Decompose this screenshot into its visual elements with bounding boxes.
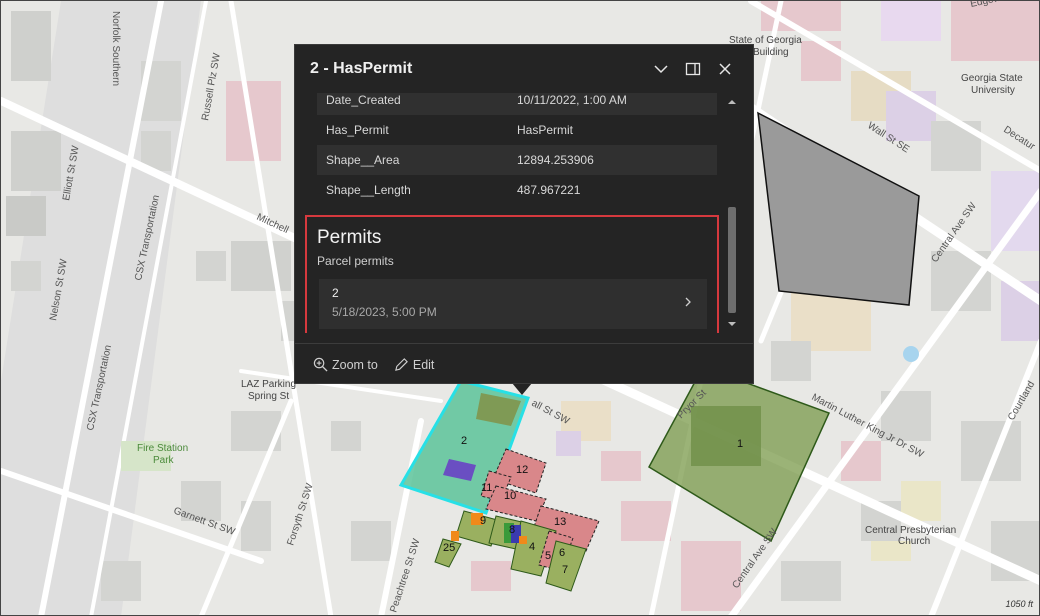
parcel-label-8: 8	[509, 524, 515, 536]
popup-scrollbar[interactable]	[725, 97, 739, 329]
street-label-csx2: CSX Transportation	[85, 344, 114, 432]
parcel-label-5: 5	[545, 550, 551, 562]
attribute-value: 487.967221	[517, 183, 581, 197]
attribute-table: Date_Created 10/11/2022, 1:00 AM Has_Per…	[317, 93, 717, 205]
street-label-pryor: Pryor St	[675, 388, 708, 421]
poi-laz-2: Spring St	[248, 391, 289, 402]
dock-button[interactable]	[679, 55, 707, 83]
scroll-down-icon[interactable]	[725, 319, 739, 329]
street-label-russell: Russell Plz SW	[200, 52, 223, 122]
attribute-key: Date_Created	[326, 93, 401, 107]
street-label-elliott: Elliott St SW	[61, 144, 82, 201]
parcel-label-9: 9	[480, 515, 486, 527]
scroll-thumb[interactable]	[728, 207, 736, 313]
permit-date: 5/18/2023, 5:00 PM	[332, 305, 437, 319]
edit-button[interactable]: Edit	[394, 357, 435, 372]
attribute-row: Has_Permit HasPermit	[317, 115, 717, 145]
collapse-button[interactable]	[647, 55, 675, 83]
poi-gsu-1: Georgia State	[961, 73, 1023, 84]
attribute-row: Shape__Area 12894.253906	[317, 145, 717, 175]
chevron-right-icon	[685, 297, 691, 307]
scroll-up-icon[interactable]	[725, 97, 739, 107]
zoom-to-label: Zoom to	[332, 357, 378, 372]
street-label-allst: all St SW	[530, 398, 572, 427]
street-label-wall: Wall St SE	[865, 120, 911, 155]
parcel-label-1: 1	[737, 438, 743, 450]
poi-church-2: Church	[898, 536, 930, 547]
scale-readout: 1050 ft	[1005, 599, 1033, 609]
popup-title: 2 - HasPermit	[310, 60, 413, 77]
attribute-row: Date_Created 10/11/2022, 1:00 AM	[317, 93, 717, 115]
pencil-icon	[394, 358, 408, 371]
poi-fire-1: Fire Station	[137, 443, 188, 454]
attribute-key: Has_Permit	[326, 123, 389, 137]
parcel-label-6: 6	[559, 547, 565, 559]
zoom-in-icon	[313, 357, 328, 372]
permits-subtitle: Parcel permits	[317, 254, 394, 268]
street-label-peachtree: Peachtree St SW	[388, 537, 422, 614]
popup-body[interactable]: Date_Created 10/11/2022, 1:00 AM Has_Per…	[305, 93, 745, 333]
attribute-value: HasPermit	[517, 123, 574, 137]
poi-laz-1: LAZ Parking	[241, 379, 296, 390]
chevron-down-icon	[654, 65, 668, 74]
feature-popup: 2 - HasPermit Date_Created 10/11/2022, 1…	[294, 44, 754, 384]
street-label-mitchell: Mitchell	[255, 212, 290, 236]
attribute-row: Shape__Length 487.967221	[317, 175, 717, 205]
street-label-csx1: CSX Transportation	[133, 194, 162, 282]
close-icon	[719, 63, 731, 75]
parcel-label-7: 7	[562, 564, 568, 576]
attribute-key: Shape__Length	[326, 183, 411, 197]
street-label-central2: Central Ave SW	[730, 526, 780, 590]
street-label-norfolk: Norfolk Southern	[110, 11, 121, 86]
parcel-label-2: 2	[461, 435, 467, 447]
poi-gsu-2: University	[971, 85, 1015, 96]
parcel-label-11: 11	[481, 482, 492, 494]
dock-icon	[685, 62, 701, 76]
close-button[interactable]	[711, 55, 739, 83]
street-label-decatur: Decatur	[1001, 124, 1037, 153]
street-label-mlk: Martin Luther King Jr Dr SW	[810, 392, 926, 461]
parcel-label-12: 12	[516, 464, 528, 476]
permits-title: Permits	[317, 227, 382, 248]
poi-state-building-2: Building	[753, 47, 789, 58]
street-label-forsyth: Forsyth St SW	[285, 482, 316, 547]
permit-list-item[interactable]: 2 5/18/2023, 5:00 PM	[319, 279, 707, 329]
street-label-central1: Central Ave SW	[929, 200, 979, 264]
parcel-label-4: 4	[529, 541, 535, 553]
street-label-garnett: Garnett St SW	[172, 505, 237, 538]
zoom-to-button[interactable]: Zoom to	[313, 357, 378, 372]
permits-section: Permits Parcel permits 2 5/18/2023, 5:00…	[305, 215, 719, 333]
street-label-courtland: Courtland	[1006, 379, 1037, 422]
edit-label: Edit	[412, 357, 435, 372]
attribute-value: 10/11/2022, 1:00 AM	[517, 93, 627, 107]
parcel-label-10: 10	[504, 490, 516, 502]
popup-footer: Zoom to Edit	[295, 343, 753, 385]
parcel-label-13: 13	[554, 516, 566, 528]
popup-header: 2 - HasPermit	[295, 45, 753, 93]
parcel-label-25: 25	[443, 542, 455, 554]
poi-fire-2: Park	[153, 455, 175, 466]
poi-church-1: Central Presbyterian	[865, 525, 956, 536]
permit-name: 2	[332, 286, 339, 300]
attribute-value: 12894.253906	[517, 153, 594, 167]
street-label-nelson: Nelson St SW	[48, 258, 70, 322]
street-label-edgewood: Edgewood Ave	[969, 1, 1037, 10]
attribute-key: Shape__Area	[326, 153, 400, 167]
